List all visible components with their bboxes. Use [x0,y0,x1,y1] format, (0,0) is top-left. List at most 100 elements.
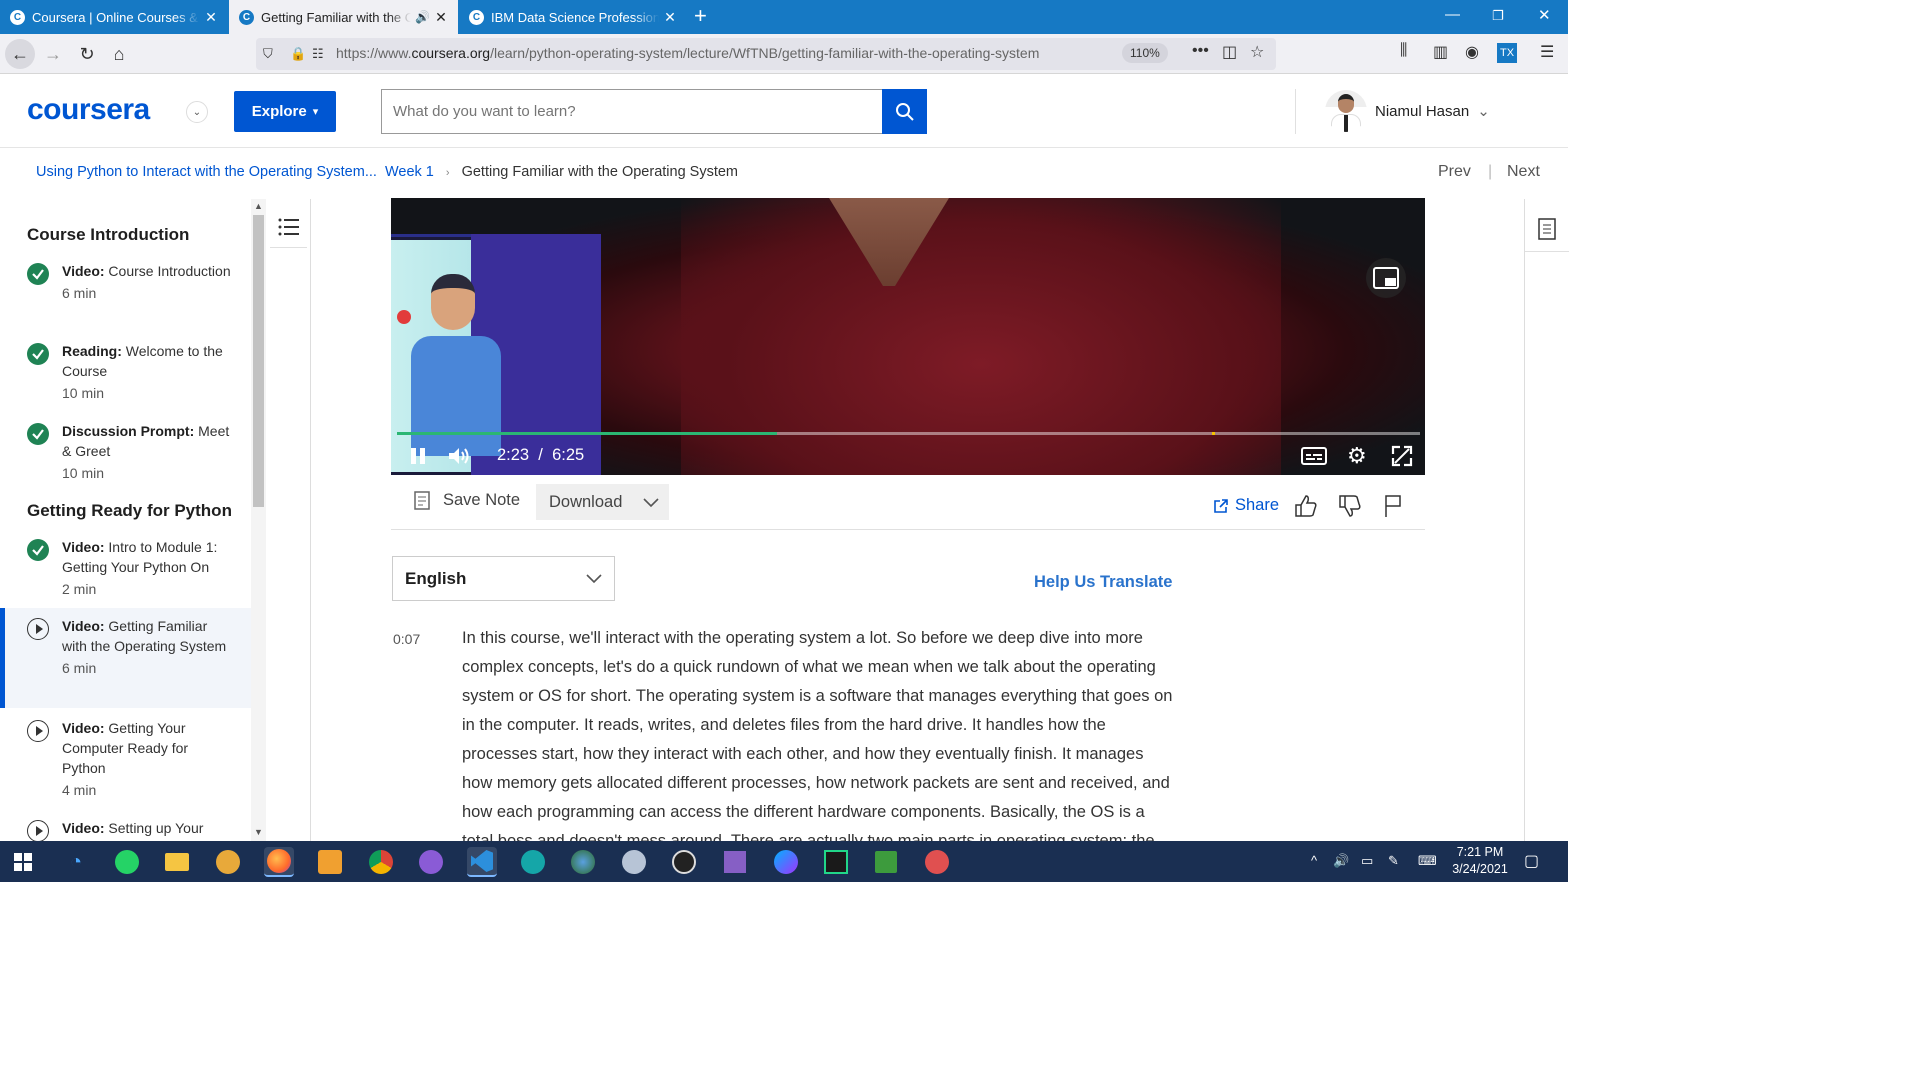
next-button[interactable]: Next [1507,163,1540,181]
whatsapp-icon[interactable] [115,850,139,874]
home-icon[interactable]: ⌂ [104,39,134,69]
pocket-icon[interactable]: ◫ [1222,42,1237,62]
search-button[interactable] [882,89,927,134]
github-icon[interactable] [419,850,443,874]
pycharm-icon[interactable] [824,850,848,874]
breadcrumb-course[interactable]: Using Python to Interact with the Operat… [36,164,377,180]
volume-tray-icon[interactable]: 🔊 [1333,853,1349,869]
url-text[interactable]: https://www.coursera.org/learn/python-op… [336,45,1039,61]
lock-icon[interactable]: 🔒 [290,46,306,62]
vscode-icon[interactable] [471,850,493,872]
tor-icon[interactable] [216,850,240,874]
notification-icon[interactable]: ▢ [1524,851,1539,871]
save-note-button[interactable]: Save Note [413,490,520,510]
new-tab-button[interactable]: + [694,4,707,28]
keyboard-icon[interactable]: ⌨ [1418,853,1437,869]
scroll-up-icon[interactable]: ▲ [254,201,263,211]
app-icon[interactable] [622,850,646,874]
avatar[interactable] [1325,90,1367,132]
minimize-icon[interactable]: — [1445,6,1460,23]
network-icon[interactable]: ▭ [1361,853,1373,869]
flag-icon[interactable] [1383,494,1403,523]
search-input[interactable] [381,89,883,134]
shield-icon[interactable]: ⛉ [263,46,273,62]
scroll-down-icon[interactable]: ▼ [254,827,263,837]
zoom-level[interactable]: 110% [1122,43,1168,63]
close-tab-icon[interactable]: ✕ [434,9,448,26]
language-select[interactable]: English [392,556,615,601]
start-icon[interactable] [8,847,38,877]
sidebar-icon[interactable]: ▥ [1433,42,1448,62]
chevron-down-icon[interactable]: ⌄ [186,101,208,123]
sidebar-item[interactable]: Video: Intro to Module 1: Getting Your P… [0,537,251,607]
video-player[interactable]: 2:23 / 6:25 ⚙ [391,198,1425,475]
transcript-text[interactable]: In this course, we'll interact with the … [462,624,1174,841]
captions-icon[interactable] [1301,444,1327,468]
user-menu[interactable]: Niamul Hasan ⌄ [1375,102,1490,120]
forward-icon[interactable]: → [38,39,68,69]
speaker-icon[interactable]: 🔊 [415,10,430,24]
browser-tab-lecture[interactable]: C Getting Familiar with the Operating Sy… [229,0,458,34]
sidebar-scrollbar[interactable]: ▲ ▼ [251,199,266,841]
scroll-thumb[interactable] [253,215,264,507]
close-window-icon[interactable]: ✕ [1538,6,1551,24]
visual-studio-icon[interactable] [724,851,746,873]
browser-tab-coursera[interactable]: C Coursera | Online Courses & Credential… [0,0,228,34]
reload-icon[interactable]: ↻ [72,39,102,69]
thumbs-down-icon[interactable] [1338,494,1362,523]
bookmark-star-icon[interactable]: ☆ [1250,42,1264,62]
sidebar-item[interactable]: Video: Getting Your Computer Ready for P… [0,718,251,798]
chrome-icon[interactable] [369,850,393,874]
extension-icon[interactable]: TX [1497,43,1517,63]
coursera-logo[interactable]: coursera [27,93,150,127]
sidebar-item[interactable]: Reading: Welcome to the Course 10 min [0,341,251,411]
earth-icon[interactable] [571,850,595,874]
thumbs-up-icon[interactable] [1294,494,1318,523]
arduino-icon[interactable] [521,850,545,874]
fullscreen-icon[interactable] [1391,444,1413,468]
notes-icon[interactable] [1525,207,1569,252]
url-bar[interactable]: ⛉ 🔒 ☷ https://www.coursera.org/learn/pyt… [256,38,1276,70]
help-translate-link[interactable]: Help Us Translate [1034,573,1172,592]
spreadsheet-icon[interactable] [875,851,897,873]
chevron-up-icon[interactable]: ^ [1311,853,1317,868]
close-tab-icon[interactable]: ✕ [663,9,677,26]
picture-in-picture-icon[interactable] [1366,258,1406,298]
sidebar-item[interactable]: Video: Setting up Your [0,818,251,841]
library-icon[interactable]: ⫼ [1400,42,1407,60]
download-dropdown[interactable]: Download [536,484,669,520]
file-explorer-icon[interactable] [165,853,189,871]
explore-button[interactable]: Explore ▾ [234,91,336,132]
pen-icon[interactable]: ✎ [1388,853,1399,869]
video-progress-bar[interactable] [397,432,1420,435]
share-button[interactable]: Share [1213,496,1279,515]
firefox-icon[interactable] [267,849,291,873]
settings-gear-icon[interactable]: ⚙ [1347,443,1367,468]
more-icon[interactable]: ••• [1192,42,1209,60]
transcript-timestamp[interactable]: 0:07 [393,631,420,647]
app-icon-2[interactable] [925,850,949,874]
pause-icon[interactable] [409,444,427,468]
account-icon[interactable]: ◉ [1465,42,1479,62]
sidebar-item[interactable]: Discussion Prompt: Meet & Greet 10 min [0,421,251,491]
messenger-icon[interactable] [774,850,798,874]
paint-icon[interactable] [318,850,342,874]
restore-icon[interactable]: ❐ [1492,8,1504,24]
check-circle-icon [27,263,49,285]
prev-button[interactable]: Prev [1438,163,1471,181]
list-icon[interactable] [270,207,307,248]
tab-title: Coursera | Online Courses & Credentials [32,9,200,25]
sidebar-item[interactable]: Video: Course Introduction 6 min [0,261,251,331]
back-icon[interactable]: ← [5,39,35,69]
close-tab-icon[interactable]: ✕ [204,9,218,26]
sidebar-toggle-panel [266,199,311,841]
browser-tab-ibm[interactable]: C IBM Data Science Professional Certific… [459,0,687,34]
menu-icon[interactable]: ☰ [1540,42,1554,62]
permissions-icon[interactable]: ☷ [312,46,324,62]
volume-icon[interactable] [447,444,471,468]
task-view-icon[interactable]: ◔ [61,847,91,877]
taskbar-clock[interactable]: 7:21 PM 3/24/2021 [1448,844,1512,878]
breadcrumb-week[interactable]: Week 1 [385,164,434,180]
inkscape-icon[interactable] [672,850,696,874]
sidebar-item-active[interactable]: Video: Getting Familiar with the Operati… [0,608,251,708]
